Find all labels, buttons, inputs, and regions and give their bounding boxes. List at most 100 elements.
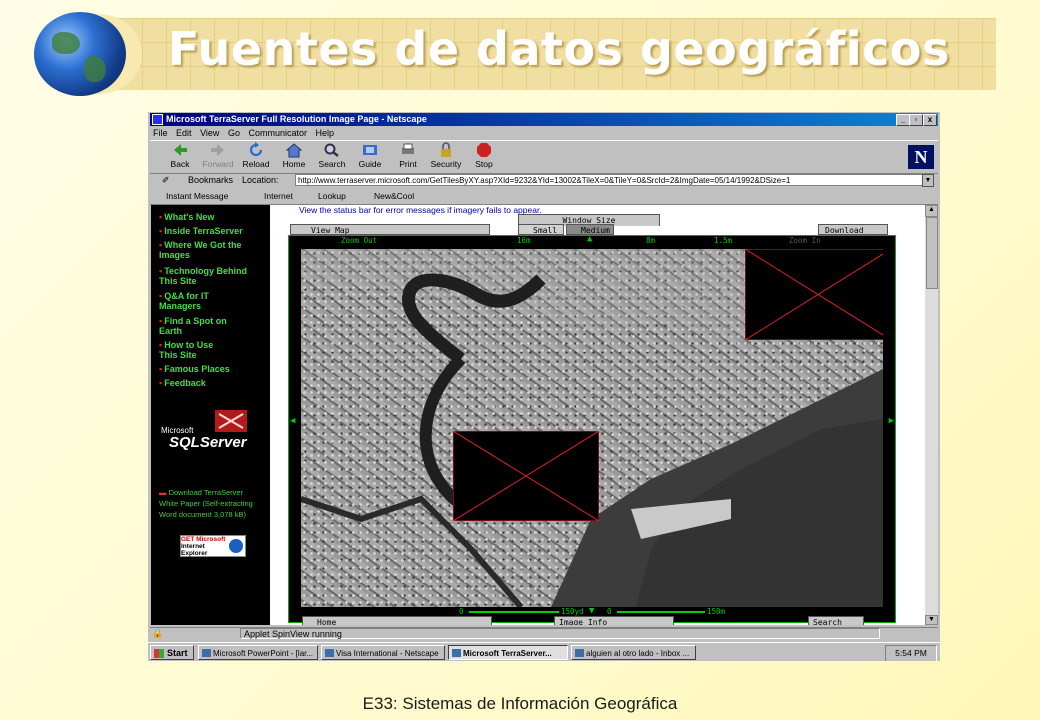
menu-help[interactable]: Help xyxy=(316,128,335,138)
download-button[interactable]: Download xyxy=(818,224,888,235)
forward-arrow-icon xyxy=(211,144,224,156)
broken-image-tile xyxy=(452,430,600,522)
url-input[interactable]: http://www.terraserver.microsoft.com/Get… xyxy=(295,174,930,186)
stop-button[interactable]: Stop xyxy=(466,142,502,169)
pan-left-icon[interactable]: ◀ xyxy=(290,416,295,426)
home-tab-button[interactable]: Home xyxy=(302,616,492,625)
scale-bar-yd xyxy=(469,611,559,613)
instant-message-button[interactable]: Instant Message xyxy=(166,191,228,201)
status-bar: 🔒 Applet SpinView running xyxy=(150,627,938,641)
aerial-photo-venice[interactable] xyxy=(301,249,883,607)
personal-toolbar: Instant Message Internet Lookup New&Cool xyxy=(150,190,938,205)
search-tab-button[interactable]: Search xyxy=(808,616,864,625)
menu-view[interactable]: View xyxy=(200,128,219,138)
forward-button[interactable]: Forward xyxy=(200,142,236,169)
broken-image-icon xyxy=(744,249,883,341)
pan-up-icon[interactable]: ▲ xyxy=(587,234,592,244)
menu-go[interactable]: Go xyxy=(228,128,240,138)
search-button[interactable]: Search xyxy=(314,142,350,169)
nav-feedback[interactable]: Feedback xyxy=(159,378,206,388)
window-titlebar[interactable]: Microsoft TerraServer Full Resolution Im… xyxy=(150,113,938,126)
menu-edit[interactable]: Edit xyxy=(176,128,192,138)
bookmarks-button[interactable]: Bookmarks xyxy=(188,175,233,185)
view-map-button[interactable]: View Map xyxy=(290,224,490,235)
pan-right-icon[interactable]: ▶ xyxy=(889,416,894,426)
minimize-button[interactable]: _ xyxy=(896,114,910,126)
ie-logo-icon xyxy=(229,539,243,553)
vertical-scrollbar[interactable]: ▲ ▼ xyxy=(925,205,938,625)
sqlserver-logo[interactable]: Microsoft SQLServer xyxy=(161,410,261,454)
reload-icon xyxy=(249,142,263,157)
windows-logo-icon xyxy=(154,649,164,658)
scroll-down-icon[interactable]: ▼ xyxy=(925,615,938,625)
nav-qa-it-managers[interactable]: Q&A for IT Managers xyxy=(159,291,239,311)
taskbar-item-powerpoint[interactable]: Microsoft PowerPoint - [lar... xyxy=(198,645,318,660)
close-button[interactable]: x xyxy=(923,114,937,126)
internet-button[interactable]: Internet xyxy=(264,191,293,201)
terraserver-sidebar: What's New Inside TerraServer Where We G… xyxy=(151,205,270,625)
nav-where-we-got-images[interactable]: Where We Got the Images xyxy=(159,240,259,260)
zoom-out-button[interactable]: Zoom Out xyxy=(341,236,377,245)
menu-communicator[interactable]: Communicator xyxy=(248,128,307,138)
nav-famous-places[interactable]: Famous Places xyxy=(159,364,230,374)
maximize-button[interactable]: ▫ xyxy=(909,114,923,126)
search-icon xyxy=(324,143,339,157)
broken-image-icon xyxy=(452,430,600,522)
scale-yd-start: 0 xyxy=(459,607,464,616)
start-button[interactable]: Start xyxy=(150,645,194,660)
scroll-thumb[interactable] xyxy=(926,217,938,289)
scroll-up-icon[interactable]: ▲ xyxy=(925,205,938,217)
url-dropdown-icon[interactable]: ▼ xyxy=(922,174,934,187)
scale-yd-end: 150yd xyxy=(561,607,584,616)
home-icon xyxy=(285,143,303,158)
scale-bar-m xyxy=(617,611,705,613)
new-and-cool-button[interactable]: New&Cool xyxy=(374,191,414,201)
size-small-button[interactable]: Small xyxy=(518,224,564,235)
taskbar-item-inbox[interactable]: alguien al otro lado - Inbox ... xyxy=(571,645,696,660)
print-icon xyxy=(402,143,414,154)
menu-file[interactable]: File xyxy=(153,128,168,138)
security-status-icon[interactable]: 🔒 xyxy=(152,628,163,639)
guide-button[interactable]: Guide xyxy=(352,142,388,169)
zoom-in-button[interactable]: Zoom In xyxy=(789,236,821,245)
get-ie-badge[interactable]: GET Microsoft Internet Explorer xyxy=(180,535,246,557)
back-button[interactable]: Back xyxy=(162,142,198,169)
back-arrow-icon xyxy=(174,144,187,156)
stop-icon xyxy=(477,143,491,157)
res-1-5m[interactable]: 1.5m xyxy=(714,236,732,245)
slide-footer: E33: Sistemas de Información Geográfica xyxy=(362,694,678,713)
browser-window: Microsoft TerraServer Full Resolution Im… xyxy=(148,112,940,661)
netscape-logo[interactable]: N xyxy=(908,145,934,169)
page-content: What's New Inside TerraServer Where We G… xyxy=(151,205,938,625)
res-16m[interactable]: 16m xyxy=(517,236,531,245)
document-icon: ▬ xyxy=(159,488,169,497)
image-info-button[interactable]: Image Info xyxy=(554,616,674,625)
nav-find-a-spot[interactable]: Find a Spot on Earth xyxy=(159,316,229,336)
print-button[interactable]: Print xyxy=(390,142,426,169)
bookmarks-icon: ✐ xyxy=(162,175,170,185)
taskbar-item-terraserver[interactable]: Microsoft TerraServer... xyxy=(448,645,568,660)
taskbar-item-visa[interactable]: Visa International - Netscape xyxy=(321,645,445,660)
nav-technology[interactable]: Technology Behind This Site xyxy=(159,266,263,286)
nav-inside-terraserver[interactable]: Inside TerraServer xyxy=(159,226,242,236)
location-bar: ✐ Bookmarks Location: http://www.terrase… xyxy=(150,173,938,189)
reload-button[interactable]: Reload xyxy=(238,142,274,169)
menu-bar: File Edit View Go Communicator Help xyxy=(150,127,337,139)
download-white-paper-link[interactable]: ▬ Download TerraServer White Paper (Self… xyxy=(159,487,264,520)
guide-icon xyxy=(363,145,377,155)
res-8m[interactable]: 8m xyxy=(646,236,655,245)
windows-taskbar: Start Microsoft PowerPoint - [lar... Vis… xyxy=(148,642,940,661)
location-label: Location: xyxy=(242,175,279,185)
nav-how-to-use[interactable]: How to Use This Site xyxy=(159,340,233,360)
status-text: Applet SpinView running xyxy=(240,628,880,639)
scale-m-start: 0 xyxy=(607,607,612,616)
pan-down-icon[interactable]: ▼ xyxy=(589,606,594,616)
nav-whats-new[interactable]: What's New xyxy=(159,212,214,222)
lock-icon xyxy=(441,142,451,157)
lookup-button[interactable]: Lookup xyxy=(318,191,346,201)
home-button[interactable]: Home xyxy=(276,142,312,169)
scale-m-end: 150m xyxy=(707,607,726,616)
security-button[interactable]: Security xyxy=(428,142,464,169)
taskbar-clock[interactable]: 5:54 PM xyxy=(885,645,937,661)
navigation-toolbar: Back Forward Reload Home Search Guide Pr… xyxy=(150,140,938,174)
